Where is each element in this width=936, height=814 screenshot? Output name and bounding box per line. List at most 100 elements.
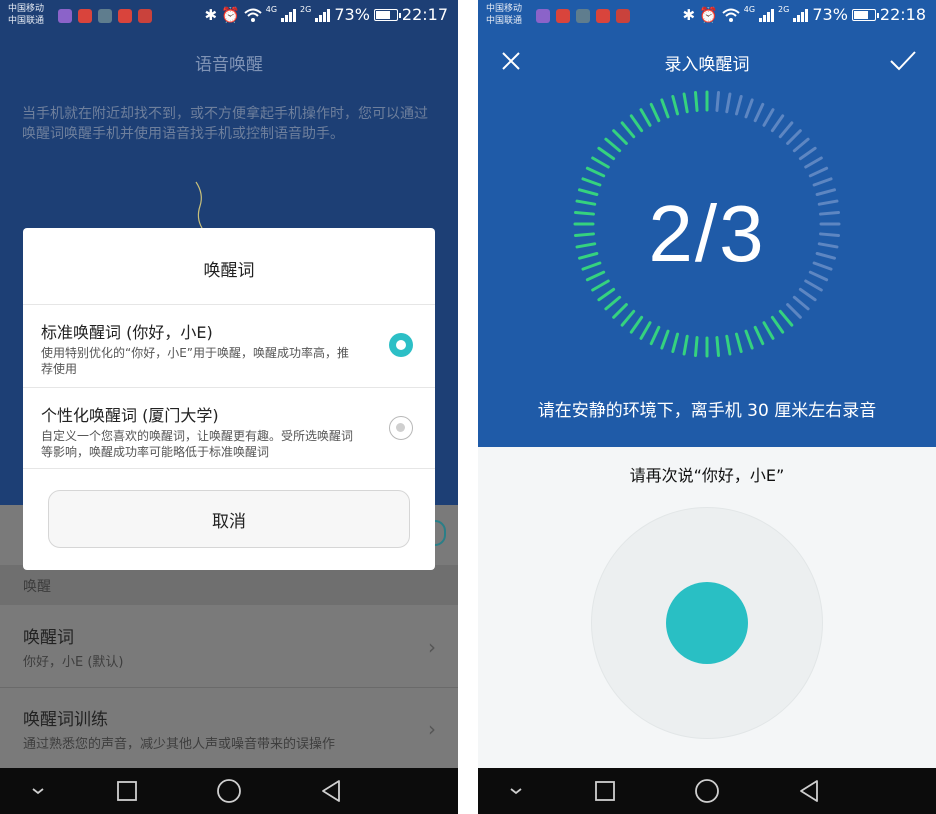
wake-word-dialog: 唤醒词 标准唤醒词 (你好，小E) 使用特别优化的“你好，小E”用于唤醒，唤醒成…: [23, 228, 435, 570]
check-icon[interactable]: [888, 48, 918, 74]
status-right: ✱ ⏰ 4G 2G 73% 22:18: [682, 5, 926, 24]
radio-unselected[interactable]: [389, 416, 413, 440]
progress-tick-active: [604, 137, 622, 153]
voice-wave-decoration: [195, 181, 203, 229]
progress-tick-active: [604, 295, 622, 311]
back-triangle-icon[interactable]: [308, 768, 354, 814]
progress-tick-inactive: [786, 129, 802, 145]
setting-wake-word-training[interactable]: 唤醒词训练 通过熟悉您的声音，减少其他人声或噪音带来的误操作 ›: [0, 687, 458, 769]
chevron-right-icon: ›: [428, 717, 436, 741]
app-notification-icon: [596, 9, 610, 23]
clock: 22:18: [879, 5, 926, 24]
section-label: 唤醒: [23, 579, 51, 595]
section-header: [0, 565, 458, 605]
signal-icon: [759, 8, 775, 22]
progress-tick-inactive: [753, 102, 765, 123]
option-description: 使用特别优化的“你好，小E”用于唤醒，唤醒成功率高，推荐使用: [41, 346, 350, 376]
progress-counter: 2/3: [648, 189, 766, 278]
status-right: ✱ ⏰ 4G 2G 73% 22:17: [204, 5, 448, 24]
square-icon[interactable]: [106, 768, 148, 814]
progress-tick-active: [744, 329, 754, 350]
setting-title: 唤醒词训练: [23, 710, 108, 730]
progress-tick-inactive: [786, 303, 802, 319]
progress-tick-inactive: [715, 91, 721, 112]
chevron-down-icon[interactable]: [18, 768, 58, 814]
setting-wake-word[interactable]: 唤醒词 你好，小E (默认) ›: [0, 605, 458, 687]
back-triangle-icon[interactable]: [786, 768, 832, 814]
progress-tick-active: [735, 332, 743, 354]
battery-icon: [373, 8, 401, 21]
progress-tick-active: [629, 114, 644, 133]
radio-selected[interactable]: [389, 333, 413, 357]
option-standard-wake-word[interactable]: 标准唤醒词 (你好，小E) 使用特别优化的“你好，小E”用于唤醒，唤醒成功率高，…: [23, 305, 435, 387]
progress-tick-active: [591, 279, 610, 292]
huawei-notification-icon: [78, 9, 92, 23]
signal-icon: [793, 8, 809, 22]
progress-tick-active: [629, 315, 644, 334]
battery-icon: [851, 8, 879, 21]
carrier-info: 中国移动 中国联通: [8, 3, 44, 27]
page-title: 录入唤醒词: [664, 55, 750, 75]
network-type-1: 4G: [265, 5, 278, 14]
progress-tick-active: [581, 177, 602, 187]
bluetooth-icon: ✱: [204, 5, 218, 24]
battery-percent: 73%: [334, 5, 370, 24]
circle-icon[interactable]: [206, 768, 252, 814]
option-custom-wake-word[interactable]: 个性化唤醒词 (厦门大学) 自定义一个您喜欢的唤醒词，让唤醒更有趣。受所选唤醒词…: [23, 388, 435, 470]
progress-tick-active: [770, 315, 785, 334]
circle-icon[interactable]: [684, 768, 730, 814]
progress-tick-active: [660, 329, 670, 350]
notification-icons: [536, 9, 630, 23]
progress-tick-active: [585, 166, 606, 178]
wifi-icon: [722, 8, 740, 22]
app-notification-icon: [576, 9, 590, 23]
progress-tick-inactive: [778, 121, 794, 139]
huawei-notification-icon: [556, 9, 570, 23]
progress-tick-inactive: [798, 146, 817, 161]
progress-tick-inactive: [725, 92, 732, 114]
bluetooth-icon: ✱: [682, 5, 696, 24]
progress-tick-active: [620, 309, 636, 327]
progress-tick-inactive: [808, 166, 829, 178]
setting-subtitle: 通过熟悉您的声音，减少其他人声或噪音带来的误操作: [23, 737, 336, 752]
setting-title: 唤醒词: [23, 628, 74, 648]
cancel-button[interactable]: 取消: [48, 490, 410, 548]
progress-tick-active: [753, 325, 765, 346]
alarm-icon: ⏰: [221, 5, 240, 24]
progress-tick-inactive: [798, 287, 817, 302]
recording-instruction: 请在安静的环境下，离手机 30 厘米左右录音: [537, 401, 877, 421]
progress-tick-active: [693, 91, 699, 112]
status-bar: 中国移动 中国联通 ✱ ⏰ 4G 2G 73% 22:17: [0, 0, 458, 32]
progress-tick-active: [778, 309, 794, 327]
square-icon[interactable]: [584, 768, 626, 814]
network-type-2: 2G: [300, 5, 312, 14]
app-notification-icon: [118, 9, 132, 23]
chevron-down-icon[interactable]: [496, 768, 536, 814]
navigation-bar: [0, 768, 458, 814]
page-description: 当手机就在附近却找不到，或不方便拿起手机操作时，您可以通过唤醒词唤醒手机并使用语…: [22, 106, 428, 142]
app-notification-icon: [138, 9, 152, 23]
app-notification-icon: [58, 9, 72, 23]
progress-tick-active: [649, 325, 661, 346]
progress-tick-active: [682, 92, 689, 114]
progress-tick-active: [660, 98, 670, 119]
progress-tick-inactive: [792, 295, 810, 311]
progress-tick-active: [612, 303, 628, 319]
progress-tick-active: [620, 121, 636, 139]
progress-tick-active: [639, 321, 652, 340]
mic-record-button[interactable]: [666, 582, 748, 664]
option-title: 标准唤醒词 (你好，小E): [41, 323, 213, 342]
progress-tick-inactive: [744, 98, 754, 119]
speak-prompt: 请再次说“你好，小E”: [629, 466, 785, 485]
progress-tick-active: [725, 334, 732, 356]
progress-tick-inactive: [762, 108, 775, 127]
setting-subtitle: 你好，小E (默认): [23, 655, 124, 670]
right-phone-screen: 中国移动 中国联通 ✱ ⏰ 4G 2G 73% 22:18 录入唤醒词 2/3 …: [478, 0, 936, 814]
battery-percent: 73%: [812, 5, 848, 24]
app-notification-icon: [536, 9, 550, 23]
chevron-right-icon: ›: [428, 635, 436, 659]
progress-tick-active: [671, 94, 679, 116]
progress-tick-inactive: [735, 94, 743, 116]
progress-tick-inactive: [804, 279, 823, 292]
progress-tick-inactive: [792, 137, 810, 153]
